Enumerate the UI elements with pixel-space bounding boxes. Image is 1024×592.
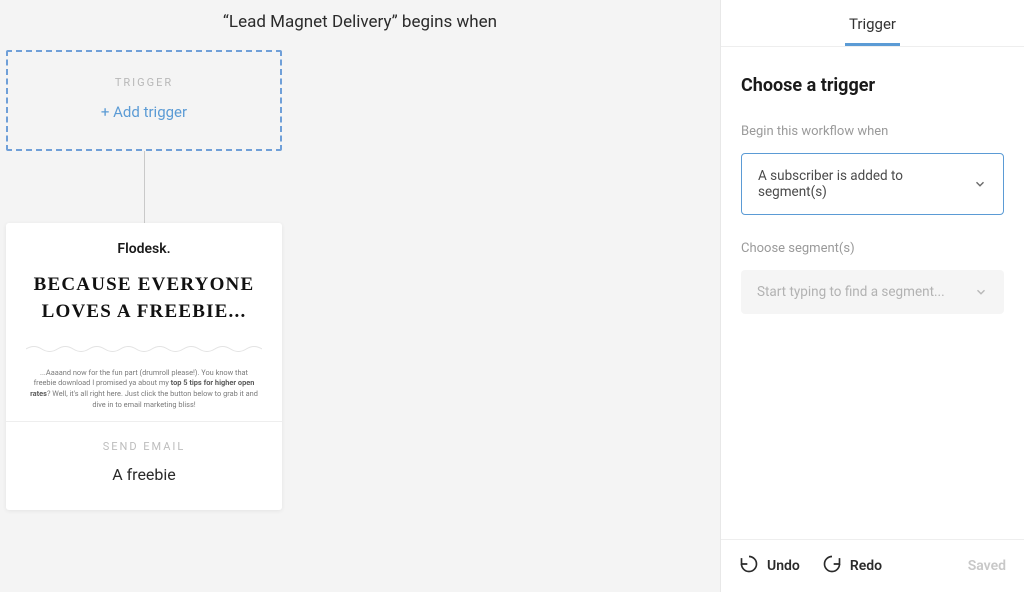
saved-status: Saved (968, 558, 1006, 574)
trigger-type-value: A subscriber is added to segment(s) (758, 168, 973, 200)
redo-label: Redo (850, 558, 882, 574)
choose-segments-label: Choose segment(s) (741, 241, 1004, 256)
undo-button[interactable]: Undo (739, 554, 800, 578)
preview-headline: BECAUSE EVERYONE LOVES A FREEBIE... (26, 271, 262, 326)
preview-logo: Flodesk. (26, 241, 262, 257)
add-trigger-link[interactable]: + Add trigger (18, 103, 270, 121)
side-panel: Trigger Choose a trigger Begin this work… (720, 0, 1024, 592)
email-card-footer: SEND EMAIL A freebie (6, 421, 282, 510)
panel-footer: Undo Redo Saved (721, 539, 1024, 592)
trigger-type-select[interactable]: A subscriber is added to segment(s) (741, 153, 1004, 215)
undo-icon (739, 554, 759, 578)
workflow-title: “Lead Magnet Delivery” begins when (220, 10, 500, 36)
email-step-card[interactable]: Flodesk. BECAUSE EVERYONE LOVES A FREEBI… (6, 223, 282, 510)
trigger-label: TRIGGER (18, 76, 270, 89)
chevron-down-icon (974, 285, 988, 299)
send-email-label: SEND EMAIL (16, 440, 272, 453)
redo-button[interactable]: Redo (822, 554, 882, 578)
email-name: A freebie (16, 465, 272, 484)
segment-placeholder: Start typing to find a segment... (757, 284, 945, 300)
panel-tabs: Trigger (721, 0, 1024, 47)
preview-body-part2: ? Well, it's all right here. Just click … (47, 389, 258, 409)
preview-body-text: ...Aaaand now for the fun part (drumroll… (26, 368, 262, 411)
tab-trigger[interactable]: Trigger (845, 15, 900, 46)
workflow-canvas: “Lead Magnet Delivery” begins when TRIGG… (0, 0, 720, 592)
chevron-down-icon (973, 177, 987, 191)
trigger-placeholder-block[interactable]: TRIGGER + Add trigger (6, 50, 282, 151)
undo-label: Undo (767, 558, 800, 574)
redo-icon (822, 554, 842, 578)
panel-heading: Choose a trigger (741, 75, 1004, 96)
begin-when-label: Begin this workflow when (741, 124, 1004, 139)
email-preview: Flodesk. BECAUSE EVERYONE LOVES A FREEBI… (6, 223, 282, 421)
connector-line (144, 151, 145, 223)
segment-search-input[interactable]: Start typing to find a segment... (741, 270, 1004, 314)
wave-divider-icon (26, 344, 262, 354)
panel-body: Choose a trigger Begin this workflow whe… (721, 47, 1024, 539)
